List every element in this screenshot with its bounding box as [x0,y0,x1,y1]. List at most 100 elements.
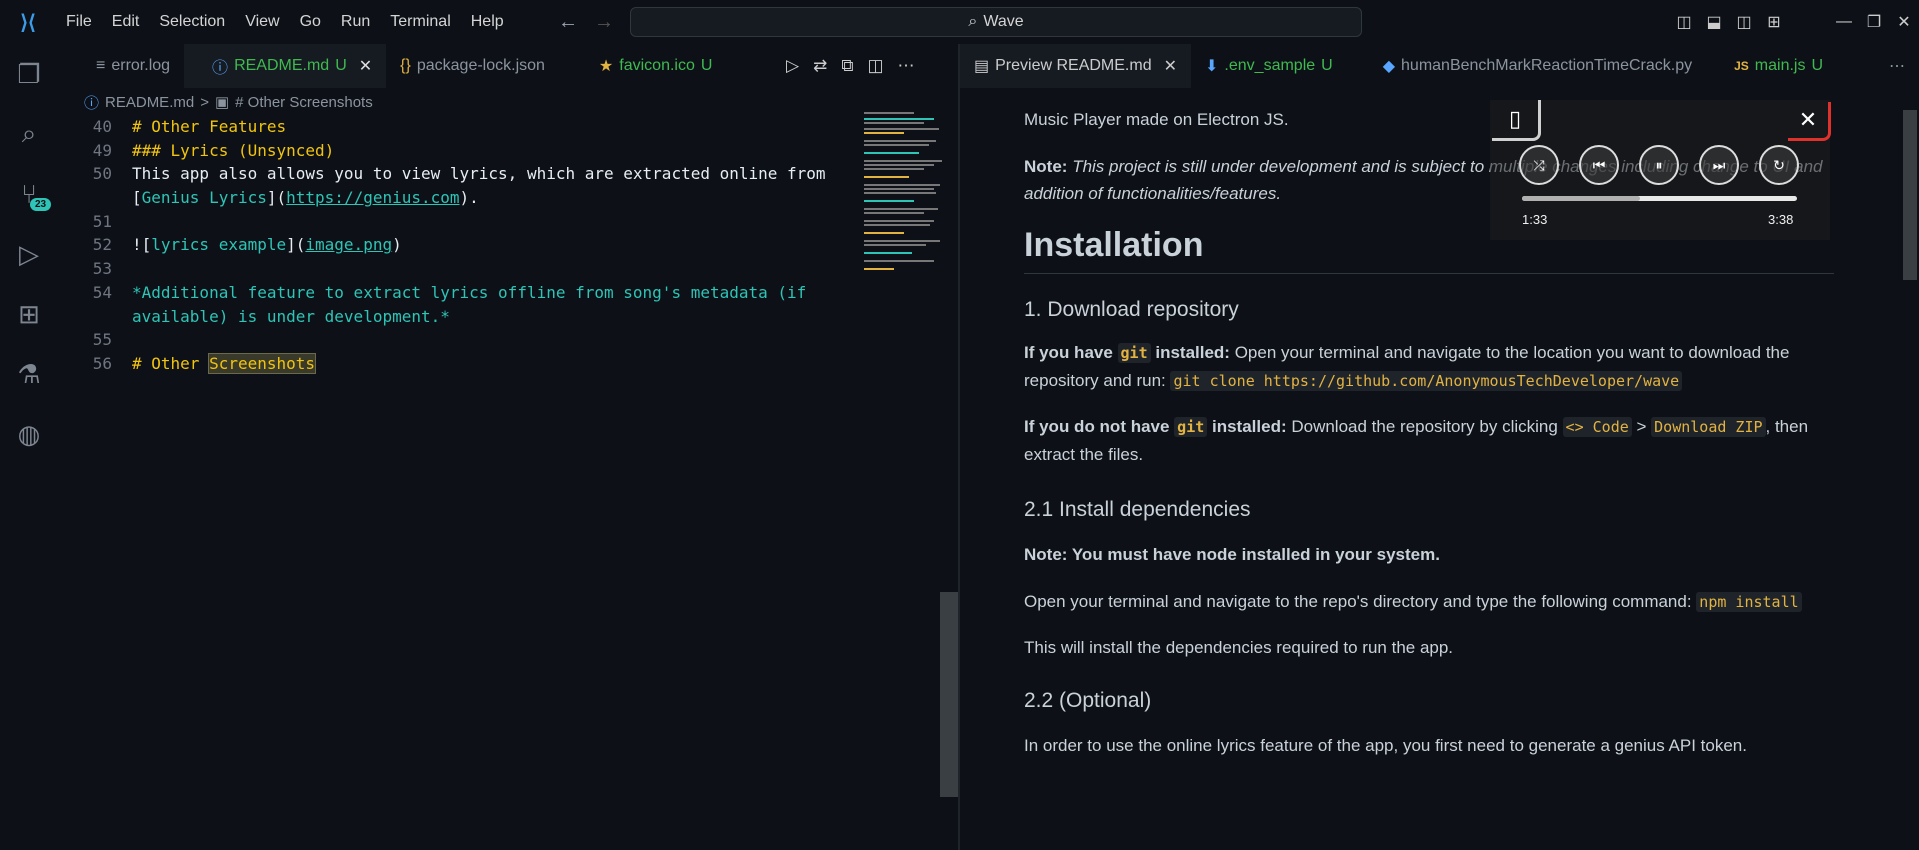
mini-player: ⤮ ⏮ ⏸ ⏭ ↻ 1:33 3:38 [1490,100,1830,240]
info-icon: ⓘ [84,94,100,112]
menu-terminal[interactable]: Terminal [380,0,460,44]
git-installed-paragraph: If you have git installed: Open your ter… [1024,339,1834,395]
compare-changes-icon[interactable]: ⇄ [813,56,827,76]
edge-icon[interactable]: ◍ [0,404,58,464]
close-player-button[interactable]: ✕ [1788,102,1831,141]
menu-edit[interactable]: Edit [102,0,150,44]
inline-code: Download ZIP [1651,417,1766,437]
breadcrumb-section[interactable]: # Other Screenshots [235,94,373,111]
breadcrumb-file[interactable]: README.md [105,94,194,111]
shuffle-button[interactable]: ⤮ [1519,145,1559,185]
tab-main-js[interactable]: JS main.js U [1706,44,1837,88]
line-number: 56 [92,353,112,373]
seek-bar-fill [1522,196,1641,201]
tab-env-sample[interactable]: ⬇ .env_sample U [1191,44,1347,88]
python-file-icon: ◆ [1382,58,1396,75]
back-arrow-icon[interactable]: ← [558,11,578,34]
bracket: ]( [266,188,287,208]
minimap[interactable] [862,110,944,290]
preview-scrollbar[interactable] [1903,110,1917,280]
download-icon: ⬇ [1205,58,1219,75]
bold-text: If you have [1024,343,1118,362]
run-debug-icon[interactable]: ▷ [0,224,58,284]
menu-run[interactable]: Run [331,0,380,44]
bold-text: installed: [1207,417,1287,436]
close-tab-icon[interactable]: ✕ [1164,56,1177,76]
js-file-icon: JS [1734,59,1749,73]
line-text: # Other Features [132,117,287,136]
tab-label: error.log [111,57,171,74]
line-number: 55 [92,330,112,350]
tab-label: favicon.ico [619,57,695,74]
tab-label: Preview README.md [995,57,1152,74]
menu-help[interactable]: Help [461,0,514,44]
tab-error-log[interactable]: ≡ error.log [58,44,184,88]
inline-code: git [1117,343,1151,363]
close-window-button[interactable]: ✕ [1889,12,1919,32]
tab-package-lock[interactable]: {} package-lock.json [386,44,559,88]
line-number [70,186,132,210]
untracked-badge: U [1811,57,1824,74]
device-icon[interactable]: ▯ [1492,100,1541,141]
source-control-icon[interactable]: ⑂ 23 [0,164,58,224]
line-text: available) is under development.* [132,306,450,326]
code-line: 49 ### Lyrics (Unsynced) [70,139,870,163]
customize-layout-icon[interactable]: ⊞ [1759,12,1789,32]
tab-label: .env_sample [1224,57,1316,74]
image-link[interactable]: image.png [305,235,392,254]
body-text: Download the repository by clicking [1286,417,1563,436]
next-track-button[interactable]: ⏭ [1699,145,1739,185]
git-clone-command: git clone https://github.com/AnonymousTe… [1170,371,1683,391]
more-actions-icon[interactable]: ⋯ [898,56,915,76]
tab-preview-readme[interactable]: ▤ Preview README.md ✕ [960,44,1192,88]
tab-favicon[interactable]: ★ favicon.ico U [559,44,727,88]
pause-button[interactable]: ⏸ [1639,145,1679,185]
link-url[interactable]: https://genius.com [286,188,459,207]
inline-code: <> Code [1562,417,1632,437]
menu-selection[interactable]: Selection [149,0,235,44]
menu-file[interactable]: File [56,0,102,44]
seek-bar[interactable] [1522,196,1797,201]
more-actions-icon[interactable]: ⋯ [1875,44,1919,88]
open-preview-icon[interactable]: ⧉ [841,56,853,76]
line-text: This app also allows you to view lyrics,… [132,164,826,184]
inline-code: git [1174,417,1208,437]
repeat-button[interactable]: ↻ [1759,145,1799,185]
explorer-icon[interactable]: ❐ [0,44,58,104]
extensions-icon[interactable]: ⊞ [0,284,58,344]
menu-view[interactable]: View [235,0,289,44]
close-tab-icon[interactable]: ✕ [359,56,372,76]
search-label: Wave [983,13,1024,30]
tab-label: main.js [1754,57,1806,74]
split-editor-icon[interactable]: ◫ [867,56,883,76]
code-editor[interactable]: 40 # Other Features 49 ### Lyrics (Unsynce… [70,115,870,376]
tab-readme[interactable]: ⓘ README.md U ✕ [184,44,387,88]
bracket: ]( [286,235,306,255]
code-line: 53 [70,257,870,281]
forward-arrow-icon[interactable]: → [594,11,614,34]
testing-icon[interactable]: ⚗ [0,344,58,404]
json-file-icon: {} [400,57,411,74]
genius-token-text: In order to use the online lyrics featur… [1024,736,1747,755]
image-alt-text: lyrics example [151,235,287,255]
menu-go[interactable]: Go [290,0,331,44]
editor-scrollbar[interactable] [940,592,958,797]
search-view-icon[interactable]: ⌕ [0,104,58,164]
tab-human-benchmark[interactable]: ◆ humanBenchMarkReactionTimeCrack.py [1347,44,1706,88]
code-line: 55 [70,328,870,352]
heading-optional: 2.2 (Optional) [1024,689,1152,712]
toggle-primary-sidebar-icon[interactable]: ◫ [1669,12,1699,32]
git-not-installed-paragraph: If you do not have git installed: Downlo… [1024,413,1834,468]
install-info: This will install the dependencies requi… [1024,638,1454,657]
run-icon[interactable]: ▷ [786,56,799,76]
line-number [70,305,132,329]
toggle-panel-icon[interactable]: ⬓ [1699,12,1729,32]
untracked-badge: U [700,57,713,74]
toggle-secondary-sidebar-icon[interactable]: ◫ [1729,12,1759,32]
pane-divider[interactable] [958,44,960,850]
minimize-button[interactable]: — [1829,13,1859,31]
bold-text: installed: [1150,343,1230,362]
previous-track-button[interactable]: ⏮ [1579,145,1619,185]
restore-button[interactable]: ❐ [1859,12,1889,32]
command-center-search[interactable]: ⌕ Wave [630,7,1362,37]
